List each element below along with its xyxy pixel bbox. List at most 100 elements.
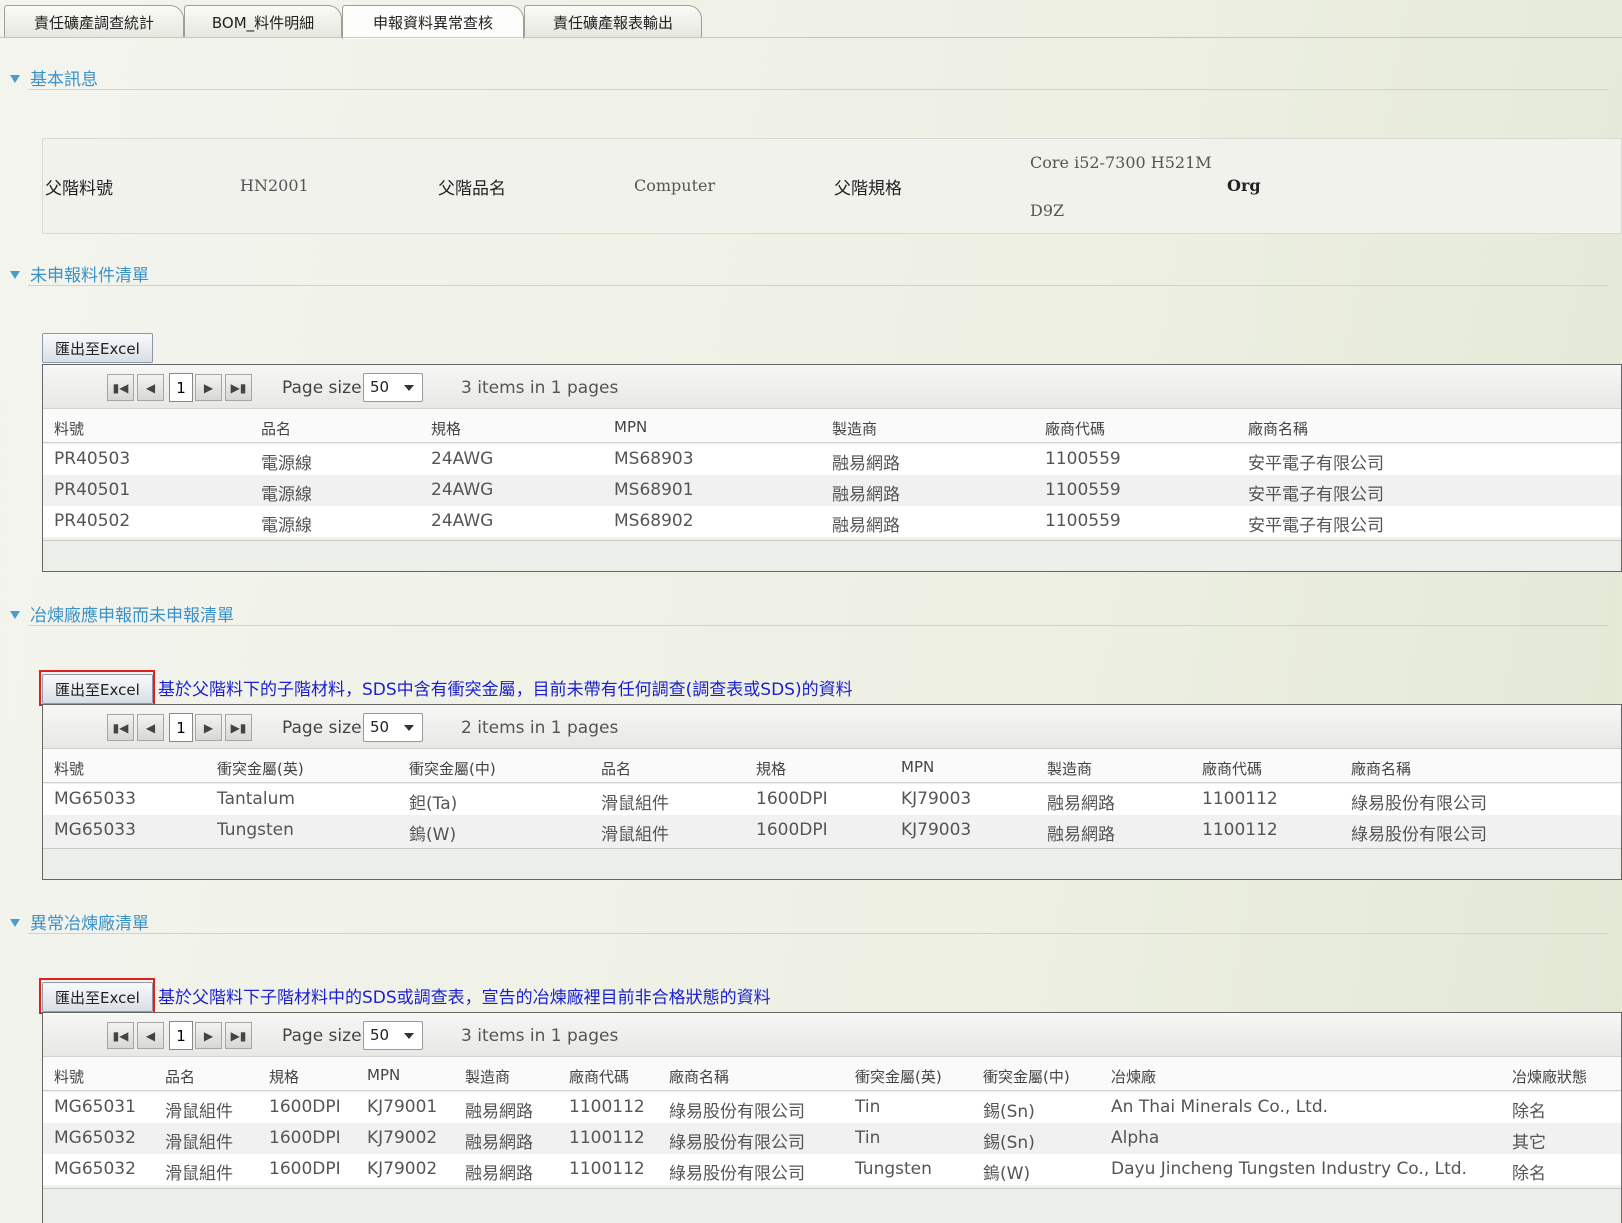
basic-info-panel: 父階料號 HN2001 父階品名 Computer 父階規格 Core i52-… [42,138,1622,234]
page-size-select[interactable]: 50 [363,713,423,742]
cell: 融易網路 [832,454,900,474]
column-header[interactable]: 品名 [261,418,291,439]
next-page-icon[interactable]: ▶ [195,374,222,401]
cell: 安平電子有限公司 [1248,485,1384,505]
tab-report-export[interactable]: 責任礦產報表輸出 [524,5,702,38]
cell: MG65031 [54,1097,136,1117]
last-page-icon[interactable]: ▶▮ [225,714,252,741]
section-header-smelter-unreported[interactable]: 冶煉廠應申報而未申報清單 [10,600,234,626]
cell: KJ79003 [901,789,972,809]
next-page-icon[interactable]: ▶ [195,1022,222,1049]
page-number-input[interactable]: 1 [169,373,193,402]
table-row[interactable]: PR40503 電源線 24AWG MS68903 融易網路 1100559 安… [43,444,1621,475]
prev-page-icon[interactable]: ◀ [137,714,164,741]
column-header[interactable]: 規格 [756,758,786,779]
column-header[interactable]: 規格 [431,418,461,439]
unreported-grid: ▮◀ ◀ 1 ▶ ▶▮ Page size: 50 3 items in 1 p… [42,364,1622,572]
first-page-icon[interactable]: ▮◀ [107,714,134,741]
cell: 融易網路 [465,1102,533,1122]
column-header[interactable]: 衝突金屬(中) [409,758,496,779]
table-row[interactable]: PR40501 電源線 24AWG MS68901 融易網路 1100559 安… [43,475,1621,506]
column-header[interactable]: 品名 [165,1066,195,1087]
cell: 1600DPI [269,1097,341,1117]
column-header[interactable]: 廠商名稱 [1248,418,1308,439]
column-header[interactable]: 冶煉廠 [1111,1066,1156,1087]
column-header[interactable]: 廠商代碼 [1202,758,1262,779]
page-size-value: 50 [370,718,390,736]
cell: 電源線 [261,485,312,505]
first-page-icon[interactable]: ▮◀ [107,1022,134,1049]
page-number-input[interactable]: 1 [169,713,193,742]
column-header[interactable]: 衝突金屬(英) [855,1066,942,1087]
collapse-triangle-icon[interactable] [10,919,20,927]
org-label: Org [1227,176,1261,195]
grid-footer [43,540,1621,571]
parent-name-label: 父階品名 [438,179,506,199]
column-header[interactable]: 廠商代碼 [1045,418,1105,439]
column-header[interactable]: 製造商 [465,1066,510,1087]
column-header[interactable]: 製造商 [832,418,877,439]
column-header[interactable]: MPN [367,1066,400,1084]
collapse-triangle-icon[interactable] [10,611,20,619]
cell: 1100112 [569,1159,645,1179]
cell: 24AWG [431,511,494,531]
cell: Alpha [1111,1128,1160,1148]
table-row[interactable]: PR40502 電源線 24AWG MS68902 融易網路 1100559 安… [43,506,1621,537]
column-header[interactable]: 品名 [601,758,631,779]
column-header[interactable]: 料號 [54,1066,84,1087]
tab-mineral-stats[interactable]: 責任礦產調查統計 [4,5,184,38]
export-excel-button[interactable]: 匯出至Excel [42,982,153,1012]
page-size-select[interactable]: 50 [363,373,423,402]
collapse-triangle-icon[interactable] [10,271,20,279]
column-header[interactable]: 冶煉廠狀態 [1512,1066,1587,1087]
cell: Tungsten [855,1159,932,1179]
page-size-select[interactable]: 50 [363,1021,423,1050]
cell: MG65032 [54,1159,136,1179]
cell: An Thai Minerals Co., Ltd. [1111,1097,1329,1117]
prev-page-icon[interactable]: ◀ [137,374,164,401]
column-header[interactable]: 廠商代碼 [569,1066,629,1087]
section-header-basic[interactable]: 基本訊息 [10,64,98,90]
export-excel-button[interactable]: 匯出至Excel [42,333,153,363]
page-number-input[interactable]: 1 [169,1021,193,1050]
section-header-unreported[interactable]: 未申報料件清單 [10,260,149,286]
column-header[interactable]: MPN [614,418,647,436]
cell: 1100559 [1045,449,1121,469]
tab-bom-detail[interactable]: BOM_料件明細 [184,5,342,38]
cell: MS68901 [614,480,694,500]
table-row[interactable]: MG65033 Tungsten 鎢(W) 滑鼠組件 1600DPI KJ790… [43,815,1621,846]
column-header[interactable]: 料號 [54,758,84,779]
cell: 鎢(W) [409,825,457,845]
cell: KJ79002 [367,1159,438,1179]
column-header[interactable]: 料號 [54,418,84,439]
prev-page-icon[interactable]: ◀ [137,1022,164,1049]
cell: 綠易股份有限公司 [669,1164,805,1184]
column-header[interactable]: 廠商名稱 [1351,758,1411,779]
column-header[interactable]: MPN [901,758,934,776]
first-page-icon[interactable]: ▮◀ [107,374,134,401]
chevron-down-icon [404,385,414,391]
column-header[interactable]: 規格 [269,1066,299,1087]
tab-anomaly-check[interactable]: 申報資料異常查核 [342,5,524,39]
cell: 錫(Sn) [983,1133,1035,1153]
table-row[interactable]: MG65031 滑鼠組件 1600DPI KJ79001 融易網路 110011… [43,1092,1621,1123]
parent-no-label: 父階料號 [45,179,113,199]
column-header[interactable]: 衝突金屬(英) [217,758,304,779]
grid-pager: ▮◀ ◀ 1 ▶ ▶▮ Page size: 50 3 items in 1 p… [43,1013,1621,1057]
table-row[interactable]: MG65033 Tantalum 鉭(Ta) 滑鼠組件 1600DPI KJ79… [43,784,1621,815]
cell: MG65033 [54,820,136,840]
column-header[interactable]: 衝突金屬(中) [983,1066,1070,1087]
pager-info: 2 items in 1 pages [461,718,619,738]
next-page-icon[interactable]: ▶ [195,714,222,741]
last-page-icon[interactable]: ▶▮ [225,374,252,401]
collapse-triangle-icon[interactable] [10,75,20,83]
column-header[interactable]: 廠商名稱 [669,1066,729,1087]
table-row[interactable]: MG65032 滑鼠組件 1600DPI KJ79002 融易網路 110011… [43,1123,1621,1154]
column-header[interactable]: 製造商 [1047,758,1092,779]
section-header-abnormal[interactable]: 異常冶煉廠清單 [10,908,149,934]
export-excel-button[interactable]: 匯出至Excel [42,674,153,704]
last-page-icon[interactable]: ▶▮ [225,1022,252,1049]
table-row[interactable]: MG65032 滑鼠組件 1600DPI KJ79002 融易網路 110011… [43,1154,1621,1185]
grid-header: 料號 品名 規格 MPN 製造商 廠商代碼 廠商名稱 衝突金屬(英) 衝突金屬(… [43,1057,1621,1091]
cell: 1600DPI [756,820,828,840]
